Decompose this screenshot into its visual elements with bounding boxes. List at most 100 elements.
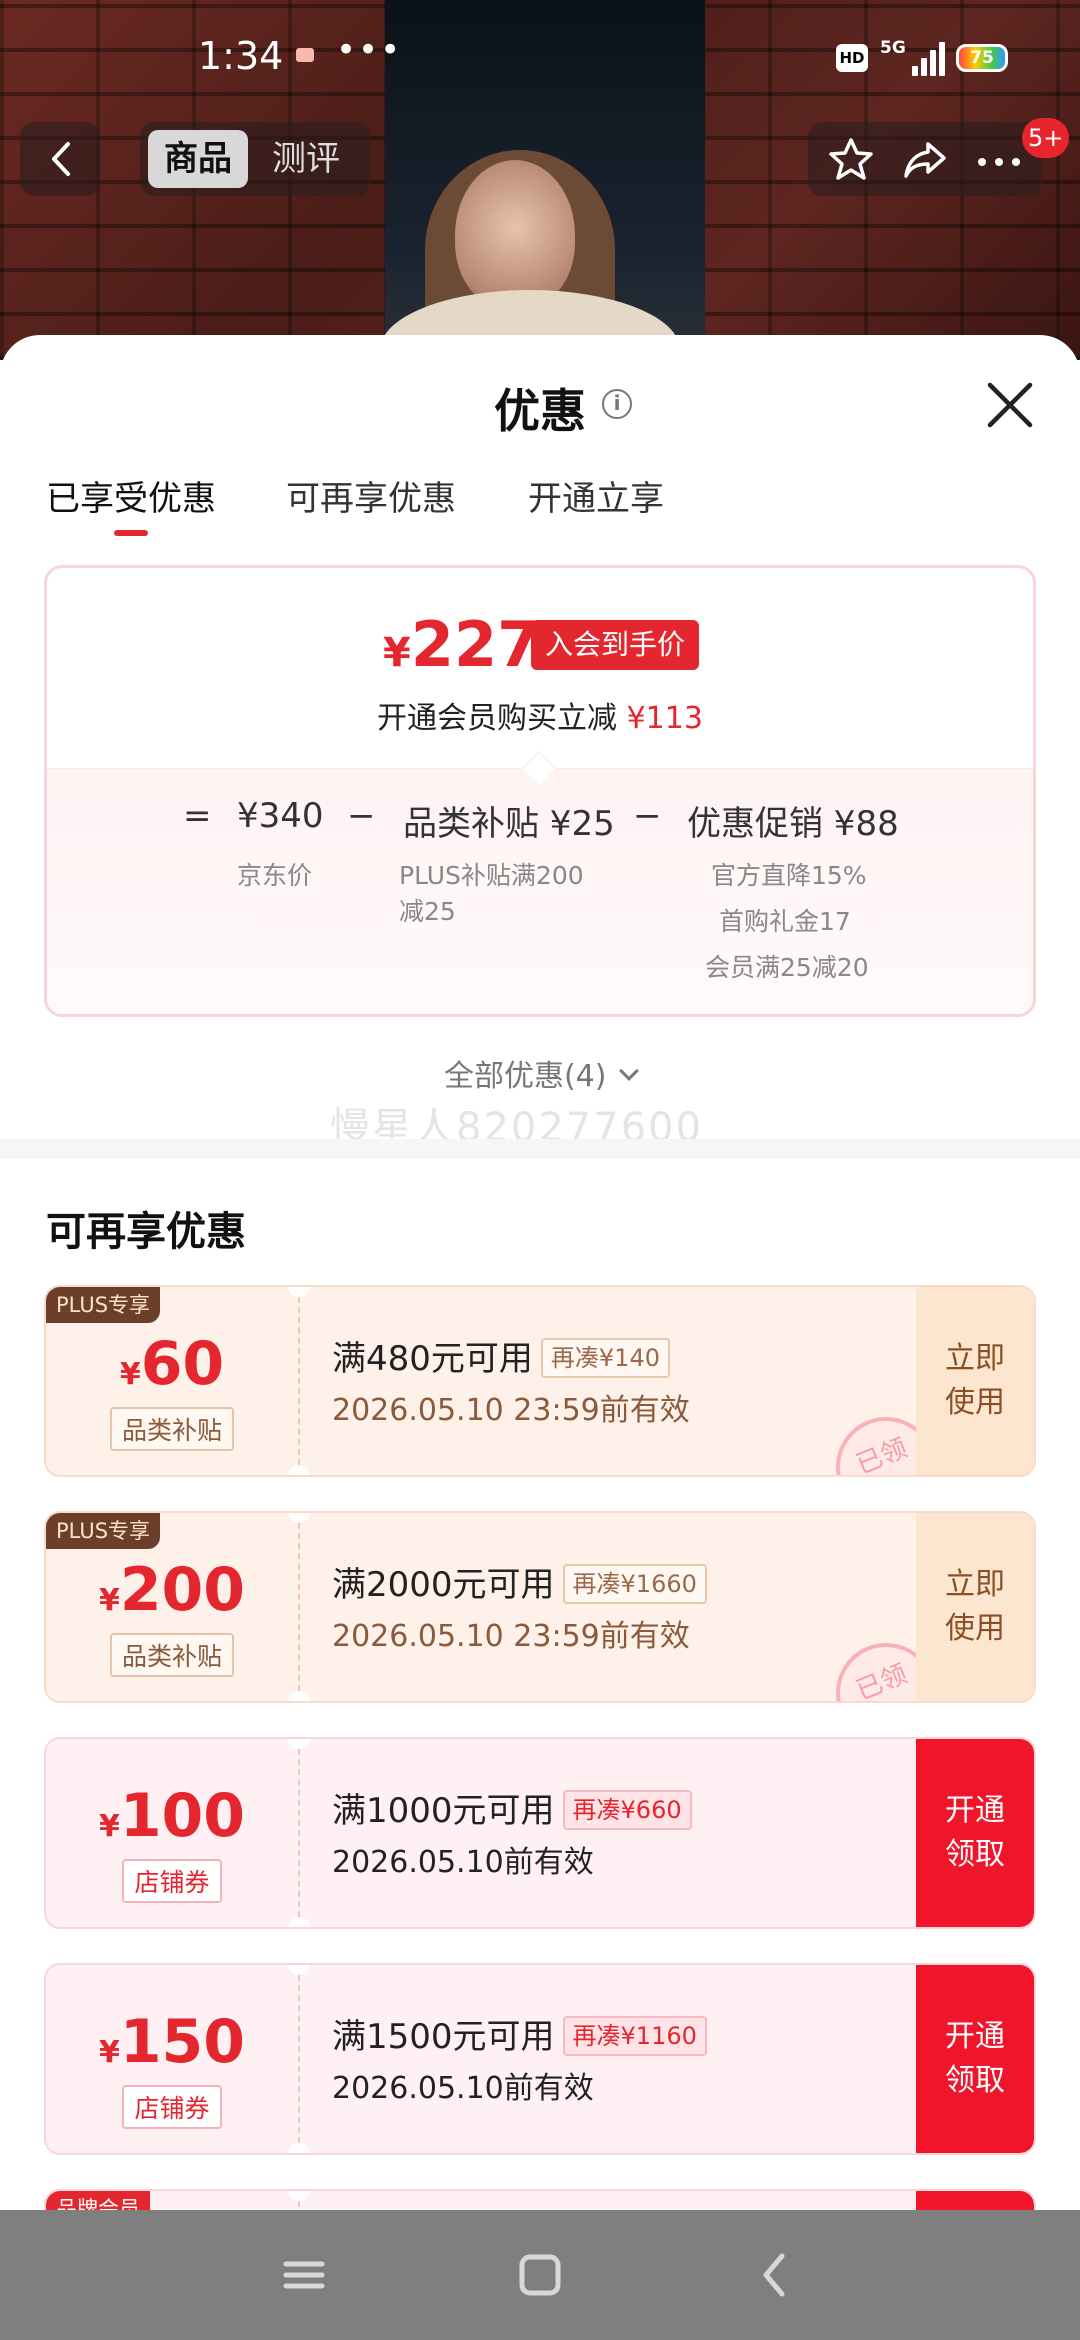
promo-desc-1: 官方直降15%: [711, 861, 867, 890]
subsidy-desc-1: PLUS补贴满200: [399, 861, 584, 890]
coupon-gap-tag: 再凑¥140: [540, 1338, 670, 1378]
back-arrow-icon: [52, 142, 70, 176]
coupon-gap-tag: 再凑¥1160: [562, 2016, 707, 2056]
perforation: [298, 1297, 300, 1465]
coupon-validity: 2026.05.10前有效: [332, 1845, 594, 1880]
signal-icon: [912, 42, 946, 76]
close-icon[interactable]: [980, 375, 1040, 435]
section-title: 可再享优惠: [46, 1209, 246, 1255]
open-claim-button[interactable]: 开通 领取: [916, 1739, 1034, 1927]
coupon-condition: 满480元可用 再凑¥140: [332, 1331, 670, 1380]
coupon-gap-tag: 再凑¥660: [562, 1790, 692, 1830]
coupon-amount-value: 200: [119, 1555, 246, 1625]
plus-exclusive-tag: PLUS专享: [46, 1287, 161, 1323]
system-nav-bar: [0, 2210, 1080, 2340]
section-divider: [0, 1139, 1080, 1159]
coupon-amount-value: 100: [119, 1781, 246, 1851]
currency-symbol: ¥: [98, 1809, 120, 1844]
use-now-button[interactable]: 立即 使用: [916, 1513, 1034, 1701]
network-label: 5G: [880, 38, 906, 58]
coupon-condition-label: 满2000元可用: [332, 1565, 555, 1605]
photo-face: [455, 160, 575, 310]
currency-symbol: ¥: [98, 1583, 120, 1618]
more-icon[interactable]: [974, 136, 1024, 182]
coupon-category: 店铺券: [46, 2085, 298, 2129]
coupon-condition-label: 满1000元可用: [332, 1791, 555, 1831]
perforation-hole: [288, 1513, 310, 1523]
plus-exclusive-tag: PLUS专享: [46, 1513, 161, 1549]
final-price-value: 227: [410, 608, 541, 681]
tab-product[interactable]: 商品: [148, 130, 248, 188]
back-button[interactable]: [20, 122, 100, 196]
top-tabs: 商品 测评: [140, 122, 370, 196]
perforation-hole: [288, 1465, 310, 1475]
minus-sign-2: −: [633, 796, 662, 836]
tab-review[interactable]: 测评: [256, 130, 356, 188]
member-discount-amount: ¥113: [626, 701, 703, 736]
tab-enjoyed[interactable]: 已享受优惠: [46, 471, 216, 520]
member-discount-label: 开通会员购买立减: [377, 701, 618, 736]
perforation: [298, 1523, 300, 1691]
category-subsidy: 品类补贴 ¥25: [403, 804, 615, 844]
coupon-amount: ¥200: [46, 1555, 298, 1625]
coupon-validity: 2026.05.10 23:59前有效: [332, 1393, 690, 1428]
coupon-category: 店铺券: [46, 1859, 298, 1903]
promotion-sheet: 优惠 i 已享受优惠 可再享优惠 开通立享 ¥227 入会到手价 开通会员购买立…: [0, 335, 1080, 2210]
info-icon[interactable]: i: [602, 389, 632, 419]
use-now-button[interactable]: 立即 使用: [916, 1287, 1034, 1475]
menu-icon[interactable]: [274, 2250, 334, 2300]
coupon-amount-value: 60: [140, 1329, 225, 1399]
battery-icon: 75: [956, 44, 1008, 72]
coupon-item: ¥150 店铺券 满1500元可用 再凑¥1160 2026.05.10前有效 开…: [44, 1963, 1036, 2155]
perforation: [298, 2201, 300, 2210]
hd-icon: HD: [836, 44, 868, 72]
coupon-condition: 满1500元可用 再凑¥1160: [332, 2009, 707, 2058]
coupon-condition: 满1000元可用 再凑¥660: [332, 1783, 692, 1832]
open-claim-button[interactable]: 开通 领取: [916, 1965, 1034, 2153]
perforation-hole: [288, 1287, 310, 1297]
perforation-hole: [288, 1739, 310, 1749]
coupon-gap-tag: 再凑¥1660: [562, 1564, 707, 1604]
share-icon[interactable]: [900, 136, 950, 182]
coupon-item: PLUS专享 ¥200 品类补贴 满2000元可用 再凑¥1660 2026.05…: [44, 1511, 1036, 1703]
coupon-category-label: 品类补贴: [109, 1633, 234, 1677]
coupon-condition-label: 满480元可用: [332, 1339, 533, 1379]
tab-available[interactable]: 可再享优惠: [286, 471, 456, 520]
promo-desc-3: 会员满25减20: [705, 953, 869, 982]
coupon-category-label: 店铺券: [122, 2085, 222, 2129]
back-icon[interactable]: [746, 2250, 806, 2300]
coupon-item: PLUS专享 ¥60 品类补贴 满480元可用 再凑¥140 2026.05.10…: [44, 1285, 1036, 1477]
open-claim-button[interactable]: [916, 2191, 1034, 2210]
notification-icon: [296, 48, 314, 62]
action-line-2: 领取: [945, 1837, 1005, 1872]
currency-symbol: ¥: [383, 630, 411, 676]
subsidy-desc-2: 减25: [399, 897, 456, 926]
all-promos-toggle[interactable]: 全部优惠(4): [0, 1051, 1080, 1095]
home-icon[interactable]: [510, 2250, 570, 2300]
perforation-hole: [288, 1917, 310, 1927]
jd-price-label: 京东价: [237, 861, 313, 890]
perforation-hole: [288, 1691, 310, 1701]
coupon-category-label: 品类补贴: [109, 1407, 234, 1451]
tab-open-enjoy[interactable]: 开通立享: [528, 471, 664, 520]
minus-sign-1: −: [347, 796, 376, 836]
action-line-1: 立即: [945, 1567, 1005, 1602]
chevron-down-icon: [619, 1061, 639, 1081]
coupon-category: 品类补贴: [46, 1633, 298, 1677]
action-line-2: 使用: [945, 1611, 1005, 1646]
status-more: •••: [336, 30, 403, 70]
member-discount-text: 开通会员购买立减 ¥113: [47, 693, 1033, 737]
coupon-condition-label: 满1500元可用: [332, 2017, 555, 2057]
coupon-condition: 满2000元可用 再凑¥1660: [332, 1557, 707, 1606]
status-bar: 1:34 ••• HD 5G 75: [0, 0, 1080, 120]
currency-symbol: ¥: [98, 2035, 120, 2070]
action-line-1: 开通: [945, 1793, 1005, 1828]
top-actions: [808, 122, 1042, 196]
coupon-item: ¥100 店铺券 满1000元可用 再凑¥660 2026.05.10前有效 开通…: [44, 1737, 1036, 1929]
coupon-validity: 2026.05.10 23:59前有效: [332, 1619, 690, 1654]
all-promos-label: 全部优惠(4): [443, 1059, 607, 1094]
message-badge: 5+: [1022, 118, 1070, 158]
action-line-1: 开通: [945, 2019, 1005, 2054]
star-icon[interactable]: [826, 136, 876, 182]
coupon-category-label: 店铺券: [122, 1859, 222, 1903]
